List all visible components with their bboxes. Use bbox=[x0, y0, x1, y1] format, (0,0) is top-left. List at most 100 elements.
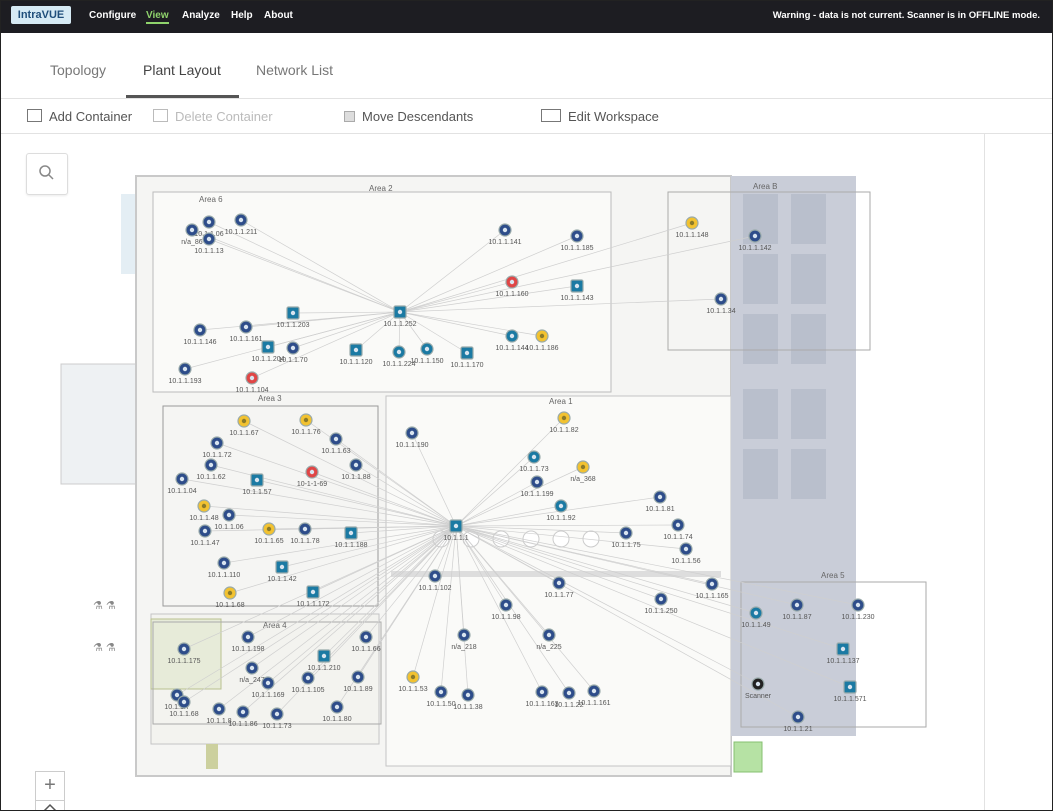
view-tabs: Topology Plant Layout Network List bbox=[1, 34, 1052, 99]
plant-layout-canvas[interactable]: ⚗ ⚗ ⚗ ⚗ Area 2 Area 6 Area 3 Area 1 Area… bbox=[1, 134, 984, 810]
checkbox-icon[interactable] bbox=[344, 111, 355, 122]
device-label: 10.1.1.78 bbox=[290, 538, 319, 545]
device-status-dot bbox=[561, 415, 567, 421]
menu-configure[interactable]: Configure bbox=[89, 10, 136, 21]
device-label: 10.1.1.110 bbox=[208, 572, 241, 579]
device-label: 10.1.1.63 bbox=[321, 448, 350, 455]
device-status-dot bbox=[355, 674, 361, 680]
edit-workspace-label: Edit Workspace bbox=[568, 109, 659, 124]
device-status-dot bbox=[591, 688, 597, 694]
device-label: 10.1.1.87 bbox=[782, 614, 811, 621]
device-status-dot bbox=[689, 220, 695, 226]
menu-analyze[interactable]: Analyze bbox=[182, 10, 220, 21]
svg-text:⚗ ⚗: ⚗ ⚗ bbox=[93, 642, 116, 654]
device-status-dot bbox=[321, 653, 327, 659]
menu-help[interactable]: Help bbox=[231, 10, 253, 21]
device-label: 10.1.1.92 bbox=[546, 515, 575, 522]
device-label: 10.1.1.143 bbox=[560, 295, 593, 302]
device-label: 10.1.1.141 bbox=[488, 239, 521, 246]
device-label: 10.1.1.146 bbox=[183, 339, 216, 346]
device-label: 10.1.1.170 bbox=[450, 362, 483, 369]
tab-plant-layout[interactable]: Plant Layout bbox=[143, 62, 221, 78]
device-status-dot bbox=[574, 283, 580, 289]
device-status-dot bbox=[249, 375, 255, 381]
device-status-dot bbox=[333, 436, 339, 442]
device-label: 10.1.1.144 bbox=[495, 345, 528, 352]
details-panel bbox=[984, 134, 1052, 810]
device-status-dot bbox=[309, 469, 315, 475]
device-label: 10.1.1.49 bbox=[741, 622, 770, 629]
device-status-dot bbox=[410, 674, 416, 680]
device-status-dot bbox=[396, 349, 402, 355]
device-label: 10.1.1.198 bbox=[231, 646, 264, 653]
tab-topology[interactable]: Topology bbox=[50, 62, 106, 78]
device-status-dot bbox=[201, 503, 207, 509]
area-label: Area B bbox=[753, 182, 777, 191]
area-label: Area 2 bbox=[369, 184, 393, 193]
device-label: 10.1.1.42 bbox=[267, 576, 296, 583]
delete-container-label: Delete Container bbox=[175, 109, 273, 124]
device-status-dot bbox=[465, 692, 471, 698]
svg-text:⚗ ⚗: ⚗ ⚗ bbox=[93, 600, 116, 612]
area-label: Area 6 bbox=[199, 195, 223, 204]
device-label: 10.1.1.81 bbox=[645, 506, 674, 513]
zoom-in-button[interactable]: + bbox=[35, 771, 65, 801]
device-label: 10.1.1.1 bbox=[443, 535, 468, 542]
home-view-button[interactable] bbox=[35, 800, 65, 810]
tab-network-list[interactable]: Network List bbox=[256, 62, 333, 78]
device-status-dot bbox=[265, 680, 271, 686]
device-label: 10.1.1.203 bbox=[276, 322, 309, 329]
device-status-dot bbox=[202, 528, 208, 534]
add-container-label: Add Container bbox=[49, 109, 133, 124]
device-label: 10.1.1.142 bbox=[738, 245, 771, 252]
device-label: 10.1.1.193 bbox=[168, 378, 201, 385]
device-status-dot bbox=[503, 602, 509, 608]
device-status-dot bbox=[558, 503, 564, 509]
device-label: 10.1.1.77 bbox=[544, 592, 573, 599]
device-status-dot bbox=[238, 217, 244, 223]
device-status-dot bbox=[432, 573, 438, 579]
device-status-dot bbox=[574, 233, 580, 239]
delete-container-icon bbox=[153, 109, 168, 122]
device-label: 10.1.1.72 bbox=[202, 452, 231, 459]
move-descendants-toggle[interactable]: Move Descendants bbox=[344, 109, 473, 124]
device-label: 10.1.1.06 bbox=[214, 524, 243, 531]
device-status-dot bbox=[502, 227, 508, 233]
device-label: 10.1.1.88 bbox=[341, 474, 370, 481]
menu-view[interactable]: View bbox=[146, 10, 169, 24]
device-status-dot bbox=[290, 345, 296, 351]
device-label: 10.1.1.211 bbox=[225, 229, 258, 236]
device-label: 10.1.1.102 bbox=[418, 585, 451, 592]
delete-container-button[interactable]: Delete Container bbox=[153, 109, 273, 124]
device-label: 10.1.1.188 bbox=[334, 542, 367, 549]
device-status-dot bbox=[227, 590, 233, 596]
top-menu-bar: IntraVUE Configure View Analyze Help Abo… bbox=[1, 1, 1052, 33]
plus-icon: + bbox=[44, 774, 56, 796]
add-container-button[interactable]: Add Container bbox=[27, 109, 132, 124]
map-search-button[interactable] bbox=[26, 153, 68, 195]
menu-about[interactable]: About bbox=[264, 10, 293, 21]
device-label: 10.1.1.65 bbox=[254, 538, 283, 545]
area-label: Area 5 bbox=[821, 571, 845, 580]
device-label: 10.1.1.82 bbox=[549, 427, 578, 434]
app-window: IntraVUE Configure View Analyze Help Abo… bbox=[0, 0, 1053, 811]
device-status-dot bbox=[216, 706, 222, 712]
device-label: 10.1.1.38 bbox=[453, 704, 482, 711]
device-status-dot bbox=[718, 296, 724, 302]
device-label: 10.1.1.57 bbox=[242, 489, 271, 496]
home-icon bbox=[43, 803, 57, 810]
device-status-dot bbox=[546, 632, 552, 638]
add-container-icon bbox=[27, 109, 42, 122]
device-label: 10.1.1.120 bbox=[339, 359, 372, 366]
device-status-dot bbox=[279, 564, 285, 570]
device-status-dot bbox=[794, 602, 800, 608]
device-status-dot bbox=[534, 479, 540, 485]
device-label: 10.1.1.13 bbox=[194, 248, 223, 255]
device-status-dot bbox=[241, 418, 247, 424]
device-status-dot bbox=[197, 327, 203, 333]
edit-workspace-button[interactable]: Edit Workspace bbox=[541, 109, 659, 124]
device-label: 10.1.1.161 bbox=[229, 336, 262, 343]
device-status-dot bbox=[683, 546, 689, 552]
device-status-dot bbox=[531, 454, 537, 460]
active-tab-indicator bbox=[126, 95, 239, 98]
